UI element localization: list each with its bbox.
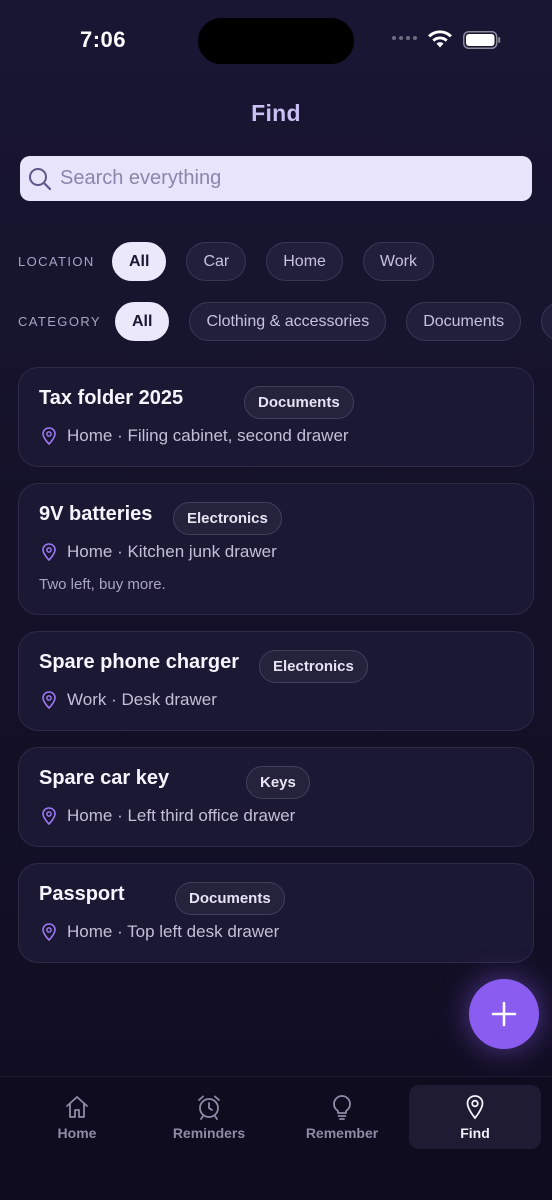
- category-chip-documents[interactable]: Documents: [406, 302, 522, 341]
- tab-remember-label: Remember: [305, 1125, 379, 1141]
- location-filter-label: LOCATION: [18, 254, 95, 269]
- category-badge: Electronics: [173, 502, 282, 535]
- map-pin-icon: [466, 1095, 484, 1120]
- tab-find-label: Find: [460, 1125, 490, 1141]
- house-icon: [66, 1096, 88, 1118]
- category-chip-clothing[interactable]: Clothing & accessories: [189, 302, 387, 341]
- map-pin-icon: [42, 427, 56, 445]
- location-chip-home[interactable]: Home: [266, 242, 343, 281]
- location-filter-row: LOCATION All Car Home Work: [18, 242, 454, 281]
- item-title: 9V batteries: [39, 502, 153, 525]
- category-badge: Documents: [244, 386, 354, 419]
- item-title: Tax folder 2025: [39, 386, 184, 409]
- dynamic-island: [198, 18, 354, 64]
- category-filter-row: CATEGORY All Clothing & accessories Docu…: [18, 302, 552, 341]
- item-title: Spare car key: [39, 766, 170, 789]
- location-chip-car[interactable]: Car: [186, 242, 247, 281]
- tab-reminders[interactable]: Reminders: [143, 1085, 275, 1149]
- wifi-icon: [428, 30, 452, 48]
- map-pin-icon: [42, 543, 56, 561]
- location-chip-work[interactable]: Work: [362, 242, 434, 281]
- filter-panel: LOCATION All Car Home Work CATEGORY All …: [0, 222, 552, 350]
- item-note: Two left, buy more.: [39, 576, 166, 593]
- map-pin-icon: [42, 923, 56, 941]
- search-bar[interactable]: [20, 156, 532, 201]
- item-title: Passport: [39, 882, 125, 905]
- item-location: Work · Desk drawer: [67, 690, 217, 709]
- category-chip-more[interactable]: [541, 302, 552, 341]
- search-icon: [29, 167, 52, 190]
- page-title: Find: [251, 100, 301, 126]
- item-card[interactable]: Tax folder 2025 Documents Home · Filing …: [18, 367, 534, 467]
- plus-icon: [491, 1001, 517, 1027]
- item-card[interactable]: Spare phone charger Electronics Work · D…: [18, 631, 534, 731]
- battery-icon: [463, 31, 501, 49]
- item-card[interactable]: 9V batteries Electronics Home · Kitchen …: [18, 483, 534, 615]
- lightbulb-icon: [333, 1095, 351, 1120]
- add-item-button[interactable]: [469, 979, 539, 1049]
- category-filter-label: CATEGORY: [18, 314, 101, 329]
- tab-find[interactable]: Find: [409, 1085, 541, 1149]
- item-card[interactable]: Spare car key Keys Home · Left third off…: [18, 747, 534, 847]
- alarm-clock-icon: [198, 1095, 220, 1120]
- category-badge: Electronics: [259, 650, 368, 683]
- item-title: Spare phone charger: [39, 650, 240, 673]
- category-badge: Documents: [175, 882, 285, 915]
- item-card[interactable]: Passport Documents Home · Top left desk …: [18, 863, 534, 963]
- tab-reminders-label: Reminders: [172, 1125, 246, 1141]
- tab-bar: Home Reminders Remember Find: [0, 1076, 552, 1200]
- search-input[interactable]: [60, 167, 500, 190]
- item-location: Home · Left third office drawer: [67, 806, 296, 825]
- item-location: Home · Kitchen junk drawer: [67, 542, 277, 561]
- category-chip-all[interactable]: All: [115, 302, 170, 341]
- map-pin-icon: [42, 807, 56, 825]
- status-bar: 7:06: [0, 0, 552, 80]
- tab-remember[interactable]: Remember: [276, 1085, 408, 1149]
- tab-home-label: Home: [57, 1125, 97, 1141]
- map-pin-icon: [42, 691, 56, 709]
- status-time: 7:06: [80, 27, 127, 52]
- tab-home[interactable]: Home: [11, 1085, 143, 1149]
- location-chip-all[interactable]: All: [112, 242, 167, 281]
- item-list: Tax folder 2025 Documents Home · Filing …: [18, 367, 534, 979]
- item-location: Home · Top left desk drawer: [67, 922, 280, 941]
- item-location: Home · Filing cabinet, second drawer: [67, 426, 349, 445]
- cellular-signal-icon: [392, 36, 417, 40]
- category-badge: Keys: [246, 766, 310, 799]
